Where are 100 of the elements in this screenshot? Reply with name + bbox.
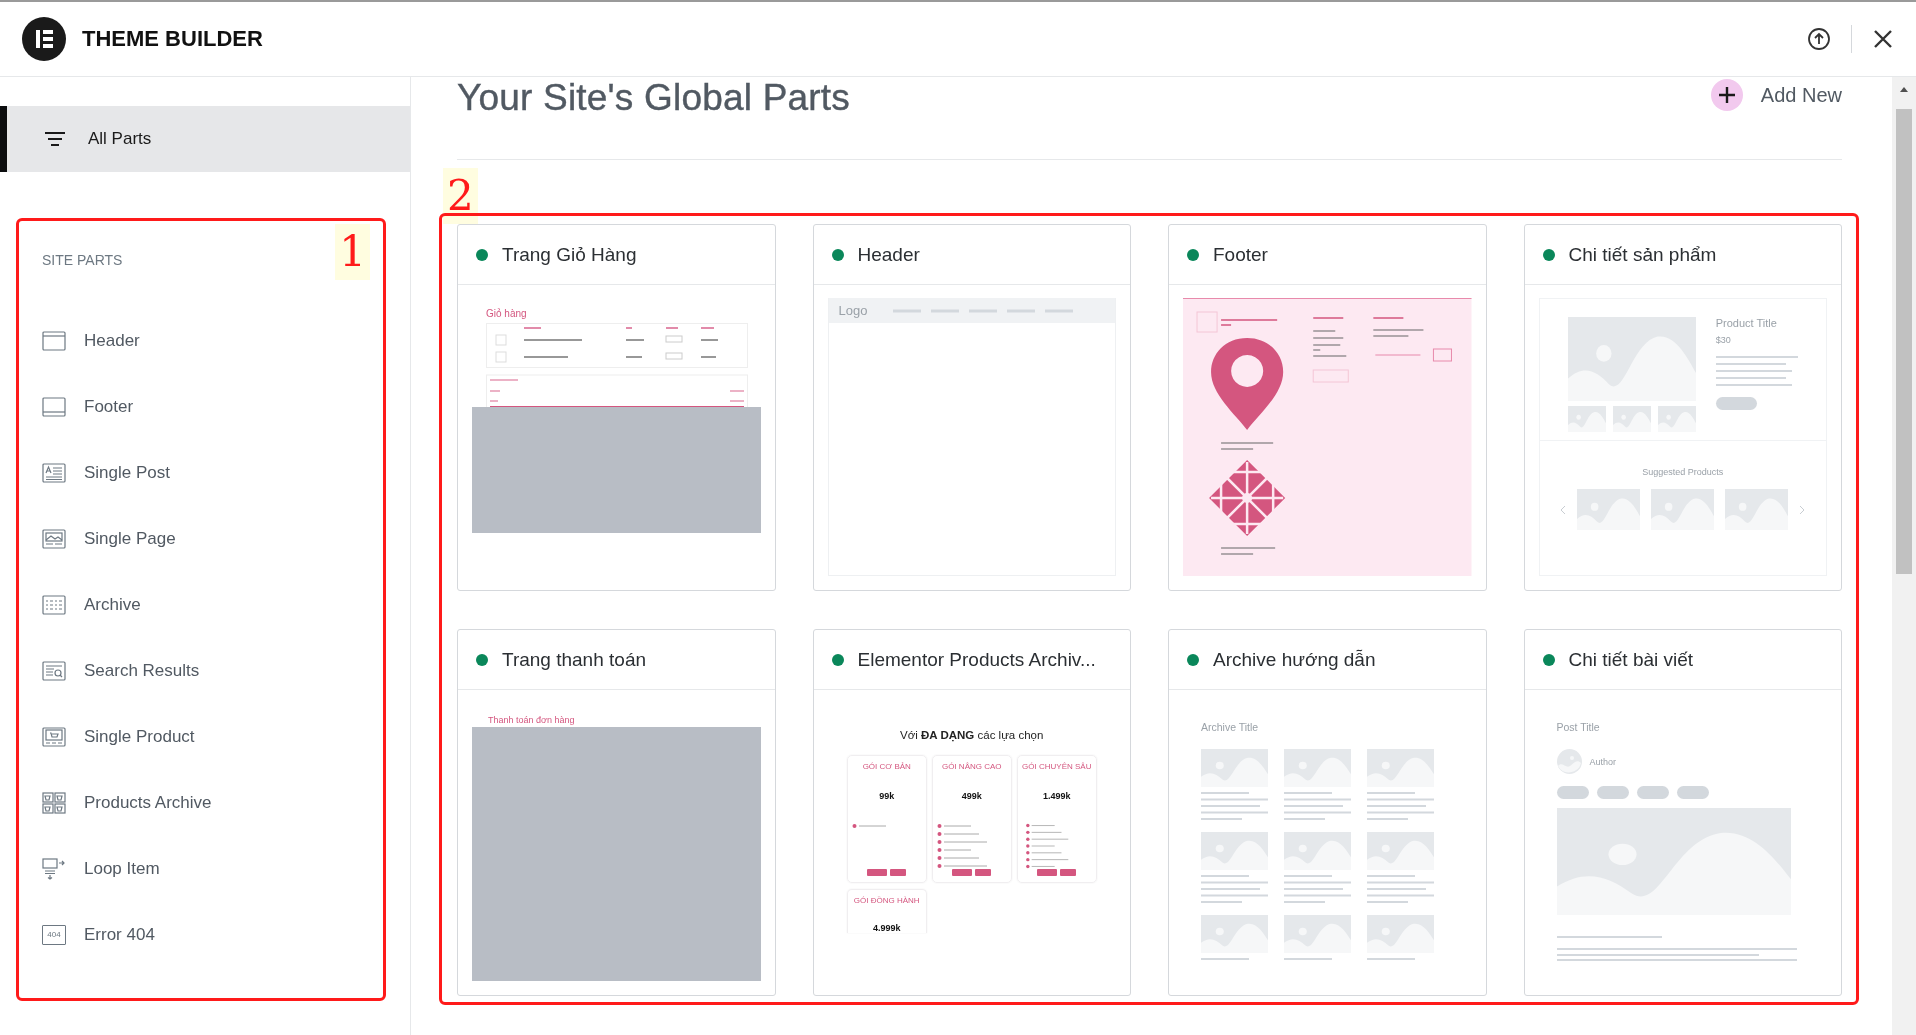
template-card[interactable]: Chi tiết sản phẩm Product Title $30 Suggested Products: [1523, 224, 1842, 591]
feature-list-icon: [936, 823, 987, 869]
tag-placeholder: [1636, 786, 1669, 799]
annotation-number: 1: [335, 224, 370, 280]
error-page-icon: 404: [42, 925, 66, 945]
card-title: Archive hướng dẫn: [1213, 648, 1376, 671]
image-placeholder: [1201, 749, 1268, 787]
product-price: $30: [1715, 335, 1732, 345]
close-icon[interactable]: [1872, 28, 1894, 50]
site-part-item[interactable]: Header: [42, 308, 140, 374]
add-new-button[interactable]: Add New: [1710, 79, 1842, 111]
search-layout-icon: [42, 660, 66, 682]
logo-placeholder: Logo: [838, 303, 868, 318]
author-name: Author: [1589, 756, 1617, 767]
product-layout-icon: [42, 726, 66, 748]
filter-icon: [44, 131, 66, 147]
plan-name: GÓI CHUYÊN SÂU: [1022, 762, 1092, 771]
upload-icon[interactable]: [1807, 27, 1831, 51]
image-placeholder: [1367, 915, 1434, 953]
template-card[interactable]: Trang Giỏ Hàng Giỏ hàng: [457, 224, 776, 591]
plan-name: GÓI NÂNG CAO: [941, 762, 1002, 771]
card-title: Trang thanh toán: [502, 648, 646, 671]
chevron-right-icon: [1799, 504, 1806, 515]
plan-button: [975, 869, 992, 876]
site-part-item[interactable]: Loop Item: [42, 836, 160, 902]
scrollbar[interactable]: [1892, 77, 1916, 1035]
image-placeholder: [1284, 749, 1351, 787]
text-lines-icon: [1367, 791, 1434, 820]
template-card[interactable]: Footer: [1168, 224, 1487, 591]
site-part-item[interactable]: Search Results: [42, 638, 200, 704]
plan-price: 99k: [879, 791, 895, 801]
loop-layout-icon: [42, 858, 66, 880]
plan-button: [890, 869, 907, 876]
plan-name: GÓI ĐỒNG HÀNH: [853, 896, 920, 905]
app-title: THEME BUILDER: [82, 26, 263, 52]
card-title: Trang Giỏ Hàng: [502, 243, 637, 266]
card-title: Chi tiết sản phẩm: [1568, 243, 1717, 266]
card-title: Footer: [1213, 243, 1268, 266]
text-lines-icon: [1201, 874, 1268, 903]
text-lines-icon: [1556, 935, 1797, 961]
image-placeholder: [1725, 489, 1789, 530]
template-card[interactable]: Chi tiết bài viết Post Title Author: [1523, 629, 1842, 996]
text-lines-icon: [1201, 791, 1268, 820]
tag-placeholder: [1596, 786, 1629, 799]
card-title: Elementor Products Archiv...: [857, 648, 1096, 671]
archive-layout-icon: [42, 594, 66, 616]
site-part-item[interactable]: Products Archive: [42, 770, 212, 836]
archive-title: Archive Title: [1201, 721, 1260, 733]
image-placeholder: [1367, 832, 1434, 870]
page-layout-icon: [42, 528, 66, 550]
avatar-icon: [1556, 749, 1582, 774]
footer-layout-icon: [42, 396, 66, 418]
template-card[interactable]: Header Logo: [812, 224, 1131, 591]
image-placeholder: [1284, 915, 1351, 953]
site-part-item[interactable]: Footer: [42, 374, 134, 440]
annotation-number: 2: [443, 168, 478, 224]
image-placeholder: [1284, 832, 1351, 870]
section-title: SITE PARTS: [42, 252, 124, 268]
text-lines-icon: [1367, 874, 1434, 903]
image-placeholder: [1657, 406, 1696, 432]
image-placeholder: [1201, 915, 1268, 953]
elementor-logo-icon: [22, 17, 66, 61]
feature-list-icon: [851, 823, 886, 829]
plan-price: 499k: [961, 791, 982, 801]
plan-price: 4.999k: [873, 923, 901, 933]
plan-button: [1037, 869, 1058, 876]
site-part-item[interactable]: Single Product: [42, 704, 195, 770]
template-card[interactable]: Trang thanh toán Thanh toán đơn hàng: [457, 629, 776, 996]
plus-icon: [1710, 79, 1743, 111]
site-part-item[interactable]: 404 Error 404: [42, 902, 155, 968]
scroll-up-icon[interactable]: [1899, 85, 1909, 93]
header-layout-icon: [42, 330, 66, 352]
menu-lines-icon: [893, 308, 1074, 313]
products-layout-icon: [42, 792, 66, 814]
tag-placeholder: [1556, 786, 1589, 799]
preview-heading: Với ĐA DẠNG các lựa chọn: [900, 729, 1044, 741]
image-placeholder: [1567, 406, 1606, 432]
plan-button: [952, 869, 973, 876]
site-part-item[interactable]: Single Page: [42, 506, 176, 572]
site-part-item[interactable]: Single Post: [42, 440, 170, 506]
plan-name: GÓI CƠ BẢN: [862, 762, 911, 771]
card-title: Chi tiết bài viết: [1568, 648, 1694, 671]
plan-button: [1060, 869, 1077, 876]
template-card[interactable]: Elementor Products Archiv... Với ĐA DẠNG các lựa chọn GÓI CƠ BẢN 99k GÓI NÂNG CAO 499k GÓI CHUYÊN SÂU 1.499k GÓI ĐỒNG HÀNH 4.999k: [812, 629, 1131, 996]
text-lines-icon: [1284, 874, 1351, 903]
button-placeholder: [1715, 397, 1757, 410]
plan-price: 1.499k: [1043, 791, 1071, 801]
description-lines-icon: [1715, 355, 1798, 387]
all-parts-tab[interactable]: All Parts: [0, 106, 410, 172]
text-lines-icon: [1284, 791, 1351, 820]
post-layout-icon: [42, 462, 66, 484]
preview-heading: Giỏ hàng: [485, 307, 528, 321]
plan-button: [867, 869, 888, 876]
preview-heading: Thanh toán đơn hàng: [487, 714, 576, 727]
template-card[interactable]: Archive hướng dẫn Archive Title: [1168, 629, 1487, 996]
site-part-item[interactable]: Archive: [42, 572, 141, 638]
image-placeholder: [1577, 489, 1641, 530]
page-title: Your Site's Global Parts: [457, 77, 851, 119]
image-placeholder: [1612, 406, 1651, 432]
card-title: Header: [857, 243, 920, 266]
